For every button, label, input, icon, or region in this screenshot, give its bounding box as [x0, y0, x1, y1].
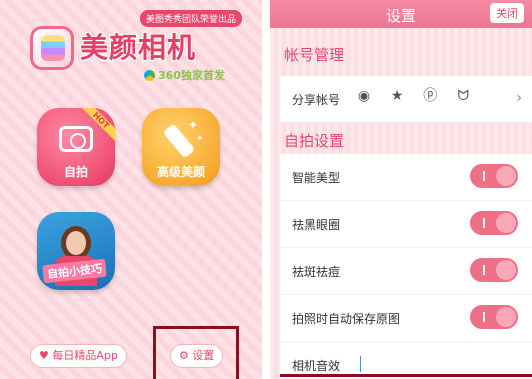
acne-toggle[interactable]	[470, 258, 518, 282]
selfie-section-title: 自拍设置	[284, 132, 345, 150]
text-cursor	[360, 356, 361, 372]
360-logo-icon	[144, 70, 155, 81]
share-account-row[interactable]: 分享帐号 ◉ ★ ⓟ ᗢ ›	[280, 76, 532, 123]
toggle-label: 智能美型	[292, 171, 341, 185]
studio-badge: 美图秀秀团队荣誉出品	[140, 10, 243, 27]
toggle-label: 祛黑眼圈	[292, 218, 341, 232]
app-logo-icon	[30, 26, 74, 70]
advanced-beauty-button[interactable]: ✦ ✦ 高级美颜	[142, 108, 220, 186]
girl-illustration	[61, 226, 91, 260]
sparkle-icon: ✦	[196, 134, 204, 144]
highlight-box-bottom	[280, 374, 532, 379]
toggle-row-dark-circles: 祛黑眼圈	[280, 201, 532, 248]
advanced-beauty-label: 高级美颜	[156, 165, 205, 179]
close-button[interactable]: 关闭	[490, 3, 524, 23]
selfie-label: 自拍	[63, 165, 88, 179]
toggle-label: 祛斑祛痘	[292, 265, 341, 279]
launch-tag: 360独家首发	[144, 67, 225, 83]
camera-icon	[59, 126, 93, 152]
toggle-row-acne: 祛斑祛痘	[280, 248, 532, 295]
launch-tag-text: 360独家首发	[158, 69, 225, 82]
settings-header: 设置 关闭	[270, 0, 532, 28]
toggle-row-smart-shape: 智能美型	[280, 154, 532, 201]
account-section-title: 帐号管理	[284, 46, 345, 64]
renren-icon[interactable]: ᗢ	[453, 86, 473, 106]
camera-sound-label: 相机音效	[292, 359, 341, 373]
settings-screen: 设置 关闭 帐号管理 分享帐号 ◉ ★ ⓟ ᗢ › 自拍设置 智能美型 祛黑眼圈…	[270, 0, 532, 379]
toggle-label: 拍照时自动保存原图	[292, 312, 401, 326]
weibo-icon[interactable]: ◉	[354, 86, 374, 106]
home-screen: 美图秀秀团队荣誉出品 美颜相机 360独家首发 HOT 自拍 ✦ ✦ 高级美颜 …	[0, 0, 262, 379]
chevron-right-icon: ›	[516, 90, 522, 106]
account-card: 分享帐号 ◉ ★ ⓟ ᗢ ›	[280, 76, 532, 123]
settings-content: 帐号管理 分享帐号 ◉ ★ ⓟ ᗢ › 自拍设置 智能美型 祛黑眼圈 祛斑祛痘 …	[270, 28, 532, 379]
daily-app-button[interactable]: ♥ 每日精品App	[30, 344, 127, 368]
sparkle-icon: ✦	[188, 118, 199, 132]
app-title: 美颜相机	[80, 31, 197, 64]
selfie-tips-button[interactable]: 自拍小技巧	[37, 212, 115, 290]
highlight-box	[153, 326, 239, 379]
share-account-label: 分享帐号	[292, 93, 341, 107]
selfie-settings-card: 智能美型 祛黑眼圈 祛斑祛痘 拍照时自动保存原图 相机音效	[280, 154, 532, 379]
selfie-button[interactable]: HOT 自拍	[37, 108, 115, 186]
star-icon[interactable]: ★	[387, 86, 407, 106]
selfie-tips-label: 自拍小技巧	[42, 258, 107, 284]
save-original-toggle[interactable]	[470, 305, 518, 329]
toggle-row-save-original: 拍照时自动保存原图	[280, 295, 532, 342]
smart-shape-toggle[interactable]	[470, 164, 518, 188]
dark-circles-toggle[interactable]	[470, 211, 518, 235]
qq-space-icon[interactable]: ⓟ	[420, 86, 440, 106]
